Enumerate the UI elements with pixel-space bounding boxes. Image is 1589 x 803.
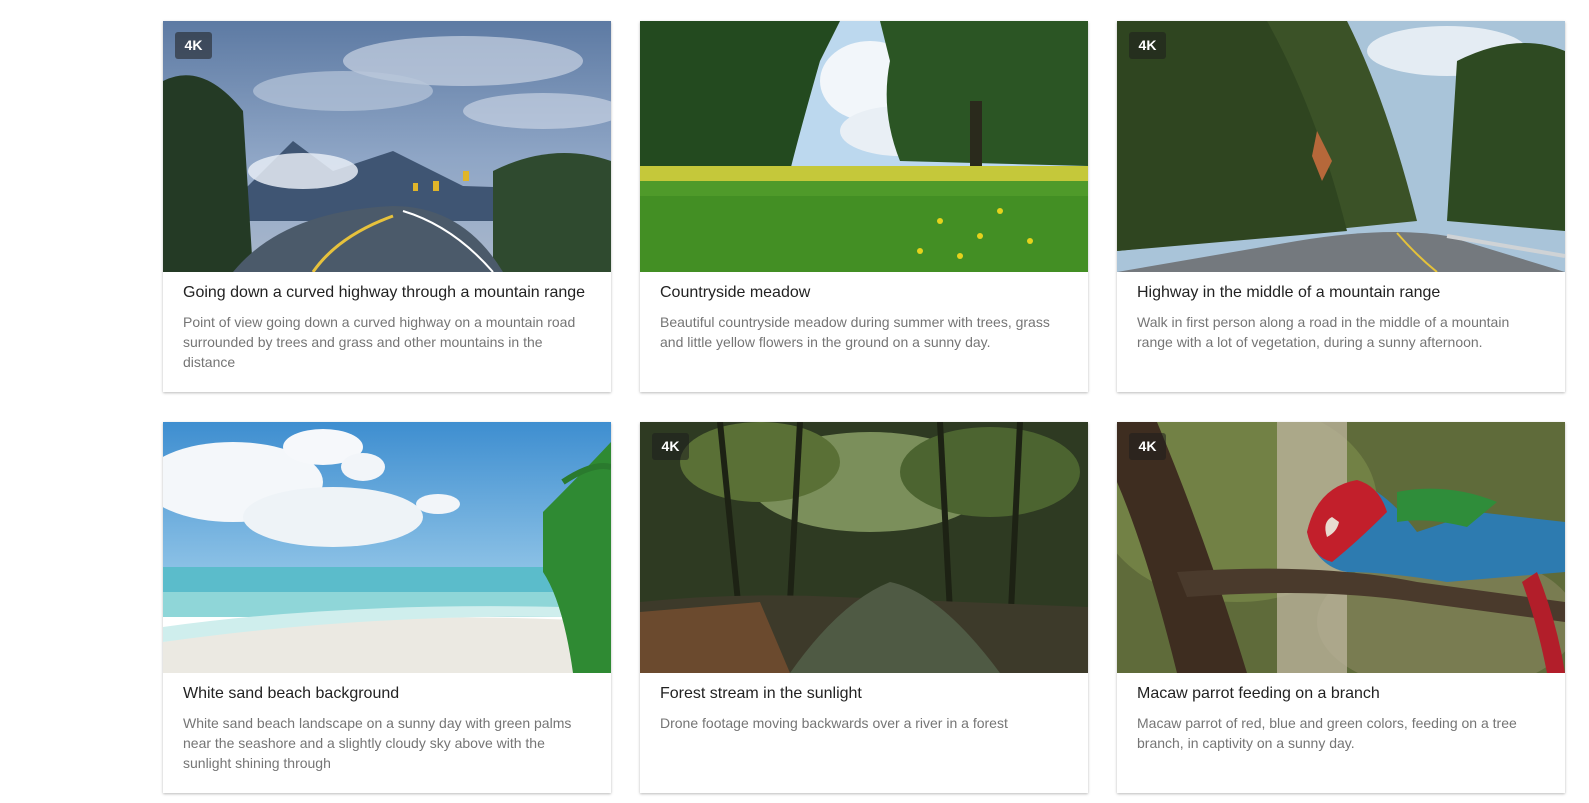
video-description: White sand beach landscape on a sunny da…: [183, 715, 572, 771]
video-thumbnail[interactable]: [640, 21, 1088, 272]
video-thumbnail[interactable]: 4K: [163, 21, 611, 272]
video-thumbnail[interactable]: 4K: [1117, 422, 1565, 673]
video-title[interactable]: Forest stream in the sunlight: [660, 683, 1068, 705]
4k-badge: 4K: [1129, 32, 1166, 59]
video-card[interactable]: Countryside meadow Beautiful countryside…: [640, 21, 1088, 392]
video-title[interactable]: Going down a curved highway through a mo…: [183, 282, 591, 304]
video-description: Walk in first person along a road in the…: [1137, 314, 1510, 350]
video-title[interactable]: Macaw parrot feeding on a branch: [1137, 683, 1545, 705]
video-description: Macaw parrot of red, blue and green colo…: [1137, 715, 1517, 751]
video-card[interactable]: 4K Going down a curved highway through a…: [163, 21, 611, 392]
4k-badge: 4K: [1129, 433, 1166, 460]
video-title[interactable]: Highway in the middle of a mountain rang…: [1137, 282, 1545, 304]
thumbnail-image-meadow: [640, 21, 1088, 272]
video-title[interactable]: White sand beach background: [183, 683, 591, 705]
thumbnail-image-forest-stream: [640, 422, 1088, 673]
thumbnail-image-beach: [163, 422, 611, 673]
thumbnail-image-mountain-road: [1117, 21, 1565, 272]
video-thumbnail[interactable]: 4K: [640, 422, 1088, 673]
video-title[interactable]: Countryside meadow: [660, 282, 1068, 304]
4k-badge: 4K: [175, 32, 212, 59]
4k-badge: 4K: [652, 433, 689, 460]
video-description: Beautiful countryside meadow during summ…: [660, 314, 1050, 350]
thumbnail-image-mountain-highway: [163, 21, 611, 272]
video-card[interactable]: 4K Macaw parrot feeding on a branch Maca…: [1117, 422, 1565, 793]
video-card[interactable]: 4K Forest stream in the sunlight Drone f…: [640, 422, 1088, 793]
video-thumbnail[interactable]: 4K: [1117, 21, 1565, 272]
video-card[interactable]: White sand beach background White sand b…: [163, 422, 611, 793]
video-grid: 4K Going down a curved highway through a…: [163, 21, 1565, 793]
video-thumbnail[interactable]: [163, 422, 611, 673]
thumbnail-image-macaw: [1117, 422, 1565, 673]
video-description: Drone footage moving backwards over a ri…: [660, 715, 1008, 731]
video-card[interactable]: 4K Highway in the middle of a mountain r…: [1117, 21, 1565, 392]
video-description: Point of view going down a curved highwa…: [183, 314, 576, 370]
